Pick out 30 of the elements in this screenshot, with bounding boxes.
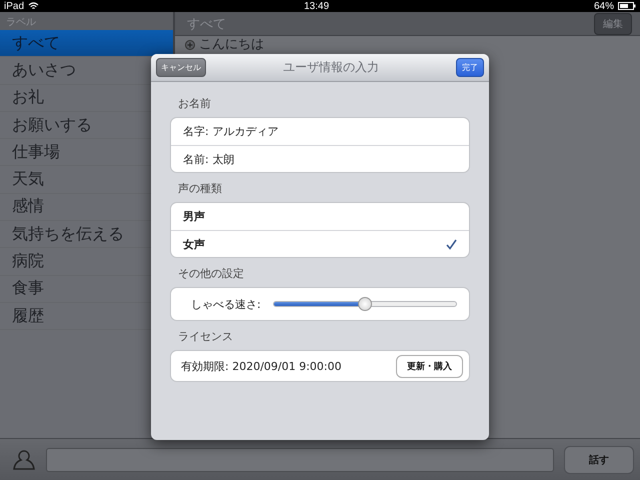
device-name: iPad bbox=[4, 0, 24, 12]
section-header: ライセンス bbox=[177, 329, 234, 345]
renew-button[interactable]: 更新・購入 bbox=[396, 354, 463, 378]
option-row[interactable]: 女声 bbox=[171, 230, 469, 257]
option-row[interactable]: 男声 bbox=[171, 203, 469, 230]
done-button[interactable]: 完了 bbox=[456, 58, 484, 77]
wifi-icon bbox=[28, 2, 40, 10]
section-header: お名前 bbox=[177, 96, 212, 112]
field-value[interactable]: 太朗 bbox=[212, 152, 235, 166]
add-icon[interactable] bbox=[185, 40, 195, 50]
input-field[interactable] bbox=[46, 448, 554, 472]
slider-thumb[interactable] bbox=[358, 297, 372, 311]
edit-button[interactable]: 編集 bbox=[594, 12, 632, 34]
sidebar-item[interactable]: すべて bbox=[0, 30, 173, 58]
speak-button[interactable]: 話す bbox=[564, 446, 634, 474]
checkmark-icon bbox=[446, 238, 457, 250]
field-label: 名前: bbox=[183, 152, 209, 166]
dialog-title: ユーザ情報の入力 bbox=[283, 59, 379, 76]
battery-icon bbox=[618, 2, 636, 10]
battery-percent: 64% bbox=[594, 0, 614, 12]
section-header: 声の種類 bbox=[177, 181, 223, 197]
cancel-button[interactable]: キャンセル bbox=[156, 58, 206, 77]
slider-label: しゃべる速さ: bbox=[191, 296, 261, 312]
person-icon[interactable] bbox=[12, 448, 36, 472]
clock: 13:49 bbox=[304, 0, 330, 12]
expiry-text: 有効期限: 2020/09/01 9:00:00 bbox=[181, 358, 342, 374]
section-header: その他の設定 bbox=[177, 266, 245, 282]
field-value[interactable]: アルカディア bbox=[212, 124, 279, 139]
phrase-text[interactable]: こんにちは bbox=[199, 37, 264, 52]
field-label: 名字: bbox=[183, 124, 209, 139]
